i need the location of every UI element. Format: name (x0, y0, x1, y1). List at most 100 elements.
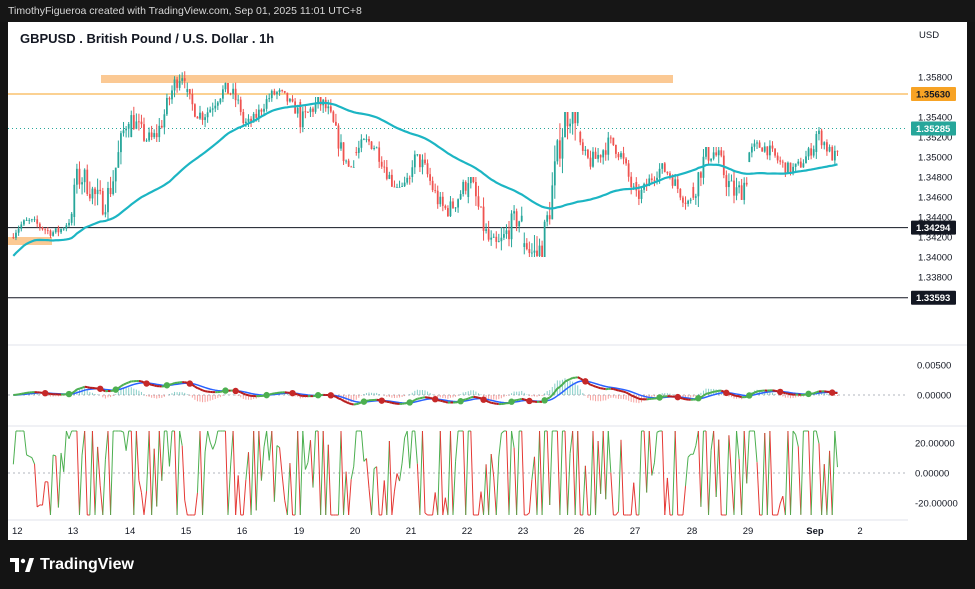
oscillator-line-segment (371, 468, 375, 516)
candle-body (122, 130, 125, 134)
oscillator-line-segment (237, 475, 242, 516)
candle-body (219, 98, 222, 103)
oscillator-line-segment (439, 430, 444, 516)
oscillator-line-segment (674, 430, 679, 516)
candle-body (674, 179, 677, 186)
oscillator-line-segment (730, 475, 735, 516)
candle-body (689, 199, 692, 201)
candle-body (745, 182, 748, 185)
macd-line-segment (516, 398, 520, 402)
footer: TradingView (0, 540, 975, 589)
oscillator-line-segment (409, 430, 413, 469)
price-tick-label: 1.35800 (918, 73, 952, 84)
candle-body (429, 174, 431, 181)
candle-body (485, 229, 487, 231)
macd-line-segment (120, 383, 125, 388)
oscillator-line-segment (513, 447, 518, 516)
candle-body (57, 228, 60, 233)
oscillator-line-segment (549, 430, 553, 506)
candle-body (687, 200, 690, 204)
macd-line-segment (125, 381, 130, 385)
macd-line-segment (754, 390, 758, 394)
candle-body (794, 163, 797, 167)
candle-body (140, 121, 143, 125)
macd-line-segment (350, 403, 354, 406)
candle-body (559, 140, 561, 159)
oscillator-line-segment (146, 430, 150, 492)
macd-line-segment (465, 397, 469, 401)
candle-body (176, 79, 178, 88)
macd-line-segment (615, 388, 619, 392)
candle-body (388, 174, 391, 179)
candle-body (469, 177, 472, 184)
candle-body (107, 187, 109, 213)
oscillator-line-segment (648, 430, 653, 476)
macd-line-segment (21, 392, 25, 395)
oscillator-line-segment (388, 440, 393, 516)
candle-body (312, 108, 314, 112)
candle-body (802, 163, 805, 168)
oscillator-line-segment (279, 447, 283, 476)
candle-body (81, 182, 83, 185)
oscillator-line-segment (123, 432, 127, 451)
credit-text: TimothyFigueroa created with TradingView… (8, 5, 362, 17)
candle-body (666, 171, 669, 174)
candle-body (301, 111, 304, 128)
candle-body (60, 229, 62, 233)
candle-body (510, 213, 513, 240)
candle-body (653, 179, 656, 181)
candle-body (327, 106, 330, 109)
macd-line-segment (171, 382, 175, 385)
candle-body (75, 168, 78, 185)
candle-body (464, 181, 467, 191)
oscillator-line-segment (57, 452, 62, 508)
macd-line-segment (564, 379, 569, 383)
candle-body (294, 101, 297, 114)
candle-body (482, 206, 485, 231)
candle-body (452, 201, 454, 208)
candle-body (276, 92, 278, 95)
time-tick-label: 15 (181, 526, 192, 537)
oscillator-line-segment (546, 430, 551, 506)
oscillator-line-segment (304, 462, 309, 470)
chart-canvas[interactable]: 1.358001.354001.352001.350001.348001.346… (8, 22, 967, 540)
candle-body (833, 150, 836, 161)
candle-body (536, 250, 538, 256)
candle-body (700, 172, 702, 178)
oscillator-line-segment (214, 430, 219, 444)
candle-body (309, 108, 312, 113)
candle-body (454, 207, 457, 209)
candle-body (637, 190, 640, 199)
time-tick-label: 21 (406, 526, 417, 537)
candle-body (138, 121, 140, 123)
candle-body (232, 88, 234, 94)
macd-cross-dot (327, 392, 335, 399)
candle-body (283, 90, 286, 93)
oscillator-line-segment (245, 452, 249, 480)
candle-body (114, 167, 117, 182)
macd-line-segment (715, 389, 719, 393)
oscillator-line-segment (834, 430, 838, 468)
candle-body (597, 154, 599, 159)
candle-body (168, 97, 171, 100)
oscillator-line-segment (826, 450, 831, 516)
oscillator-line-segment (738, 458, 743, 516)
candle-body (206, 112, 209, 118)
candle-body (237, 99, 240, 101)
macd-cross-dot (674, 393, 681, 401)
candle-body (630, 176, 633, 187)
macd-line-segment (389, 401, 393, 404)
oscillator-line-segment (728, 435, 732, 476)
candle-body (620, 153, 622, 158)
macd-line-segment (356, 402, 360, 406)
candle-body (421, 159, 424, 168)
time-tick-label: 2 (857, 526, 862, 537)
chart-area[interactable]: 1.35800 1.35400 1.35200 1.35000 1.34800 1.346… (8, 22, 967, 540)
candle-body (17, 228, 20, 233)
candle-body (766, 146, 769, 156)
oscillator-line-segment (140, 492, 145, 516)
macd-cross-dot (777, 388, 784, 396)
macd-cross-dot (541, 397, 548, 404)
candle-body (171, 90, 173, 100)
oscillator-line-segment (424, 512, 428, 516)
